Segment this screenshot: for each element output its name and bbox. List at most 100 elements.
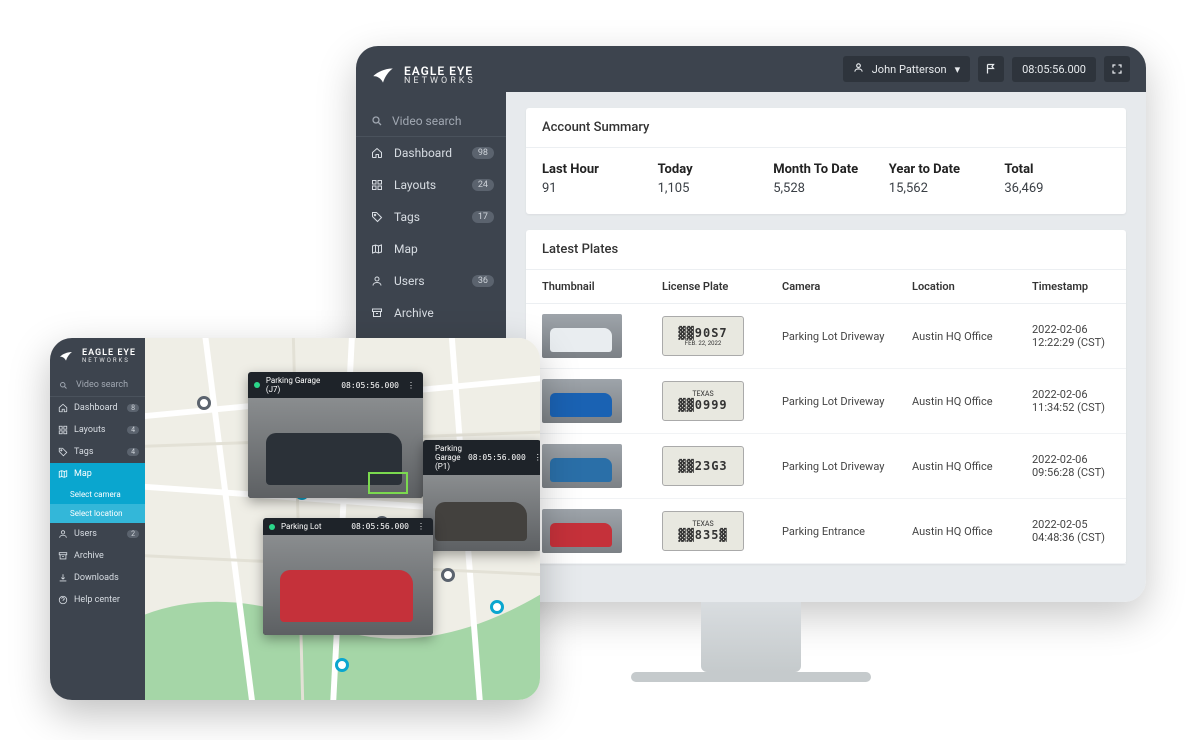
more-icon[interactable]: ⋮ [415, 522, 427, 531]
plate-timestamp: 2022-02-06 09:56:28 (CST) [1032, 453, 1110, 479]
camera-card[interactable]: Parking Lot08:05:56.000⋮ [263, 518, 433, 635]
sidebar-item-label: Users [74, 529, 97, 539]
plate-camera: Parking Lot Driveway [782, 330, 912, 343]
summary-label: Total [1004, 162, 1110, 177]
map-icon [370, 242, 384, 256]
summary-value: 36,469 [1004, 181, 1110, 196]
summary-label: Month To Date [773, 162, 879, 177]
motion-box [368, 472, 408, 494]
camera-feed [248, 398, 423, 498]
plate-location: Austin HQ Office [912, 330, 1032, 343]
badge: 17 [472, 211, 494, 223]
grid-icon [58, 425, 68, 435]
brand-logo: EAGLE EYE NETWORKS [356, 46, 506, 106]
help-icon [58, 595, 68, 605]
video-search[interactable]: Video search [356, 106, 506, 137]
col-camera: Camera [782, 280, 912, 293]
sidebar-item-layouts[interactable]: Layouts4 [50, 419, 145, 441]
sidebar-sub[interactable]: Select location [50, 504, 145, 523]
archive-icon [58, 551, 68, 561]
summary-col: Year to Date15,562 [889, 162, 995, 196]
status-dot-icon [254, 382, 260, 388]
summary-label: Today [658, 162, 764, 177]
sidebar-item-dashboard[interactable]: Dashboard98 [356, 137, 506, 169]
camera-name: Parking Garage (P1) [435, 444, 462, 471]
summary-label: Last Hour [542, 162, 648, 177]
clock-time: 08:05:56.000 [1022, 63, 1086, 76]
user-chip[interactable]: John Patterson ▾ [843, 56, 970, 82]
search-label: Video search [392, 114, 461, 128]
col-timestamp: Timestamp [1032, 280, 1110, 293]
sidebar-item-label: Archive [74, 551, 104, 561]
download-icon [58, 573, 68, 583]
summary-value: 1,105 [658, 181, 764, 196]
sidebar-item-tags[interactable]: Tags17 [356, 201, 506, 233]
sidebar-item-archive[interactable]: Archive [356, 297, 506, 329]
sidebar-item-label: Layouts [394, 178, 436, 192]
camera-time: 08:05:56.000 [341, 381, 399, 390]
plate-row[interactable]: ▓▓90S7FEB. 22, 2022 Parking Lot DrivewayA… [526, 304, 1126, 369]
sidebar-item-layouts[interactable]: Layouts24 [356, 169, 506, 201]
summary-value: 15,562 [889, 181, 995, 196]
summary-value: 5,528 [773, 181, 879, 196]
home-icon [58, 403, 68, 413]
plate-image: TEXAS▓▓835▓ [662, 511, 744, 551]
chevron-down-icon: ▾ [955, 63, 961, 76]
sidebar-item-users[interactable]: Users2 [50, 523, 145, 545]
camera-feed [423, 475, 540, 551]
map-pin[interactable] [490, 600, 504, 614]
sidebar-item-label: Downloads [74, 573, 119, 583]
more-icon[interactable]: ⋮ [405, 381, 417, 390]
plates-panel: Latest Plates Thumbnail License Plate Ca… [526, 230, 1126, 564]
plate-row[interactable]: TEXAS▓▓0999Parking Lot DrivewayAustin HQ… [526, 369, 1126, 434]
clock-chip[interactable]: 08:05:56.000 [1012, 57, 1096, 82]
plate-image: ▓▓90S7FEB. 22, 2022 [662, 316, 744, 356]
sidebar-item-archive[interactable]: Archive [50, 545, 145, 567]
brand-sub: NETWORKS [404, 77, 476, 86]
map-pin[interactable] [197, 396, 211, 410]
plate-camera: Parking Lot Driveway [782, 395, 912, 408]
sidebar-item-downloads[interactable]: Downloads [50, 567, 145, 589]
more-icon[interactable]: ⋮ [532, 453, 540, 462]
home-icon [370, 146, 384, 160]
summary-col: Month To Date 5,528 [773, 162, 879, 196]
summary-col: Last Hour91 [542, 162, 648, 196]
sidebar-item-tags[interactable]: Tags4 [50, 441, 145, 463]
monitor-main: John Patterson ▾ 08:05:56.000 Account Su… [506, 46, 1146, 602]
plate-camera: Parking Entrance [782, 525, 912, 538]
camera-card[interactable]: Parking Garage (J7)08:05:56.000⋮ [248, 372, 423, 498]
map-pin[interactable] [335, 658, 349, 672]
sidebar-item-map[interactable]: Map [356, 233, 506, 265]
sidebar-item-users[interactable]: Users36 [356, 265, 506, 297]
sidebar-item-dashboard[interactable]: Dashboard8 [50, 397, 145, 419]
vehicle-thumbnail [542, 509, 622, 553]
user-icon [370, 274, 384, 288]
search-icon [370, 114, 384, 128]
summary-panel: Account Summary Last Hour91Today1,105Mon… [526, 108, 1126, 214]
map-view[interactable]: P Parking Garage (J7)08:05:56.000⋮Parkin… [145, 338, 540, 700]
brand-logo: EAGLE EYE NETWORKS [50, 338, 145, 374]
camera-header: Parking Garage (J7)08:05:56.000⋮ [248, 372, 423, 398]
eagle-icon [370, 62, 396, 88]
video-search[interactable]: Video search [50, 374, 145, 397]
user-name: John Patterson [872, 63, 947, 76]
plate-row[interactable]: TEXAS▓▓835▓ Parking EntranceAustin HQ Off… [526, 499, 1126, 564]
sidebar-item-label: Archive [394, 306, 434, 320]
plates-title: Latest Plates [526, 230, 1126, 270]
plate-timestamp: 2022-02-05 04:48:36 (CST) [1032, 518, 1110, 544]
flag-button[interactable] [978, 56, 1004, 82]
plate-timestamp: 2022-02-06 12:22:29 (CST) [1032, 323, 1110, 349]
archive-icon [370, 306, 384, 320]
plate-row[interactable]: ▓▓23G3Parking Lot DrivewayAustin HQ Offi… [526, 434, 1126, 499]
camera-card[interactable]: Parking Garage (P1)08:05:56.000⋮ [423, 440, 540, 551]
sidebar-item-help-center[interactable]: Help center [50, 589, 145, 611]
fullscreen-button[interactable] [1104, 56, 1130, 82]
plate-location: Austin HQ Office [912, 525, 1032, 538]
map-pin[interactable] [441, 568, 455, 582]
sidebar-item-map[interactable]: Map [50, 463, 145, 485]
badge: 4 [127, 448, 139, 456]
search-label: Video search [76, 380, 128, 390]
sidebar-sub[interactable]: Select camera [50, 485, 145, 504]
col-plate: License Plate [662, 280, 782, 293]
camera-header: Parking Garage (P1)08:05:56.000⋮ [423, 440, 540, 475]
